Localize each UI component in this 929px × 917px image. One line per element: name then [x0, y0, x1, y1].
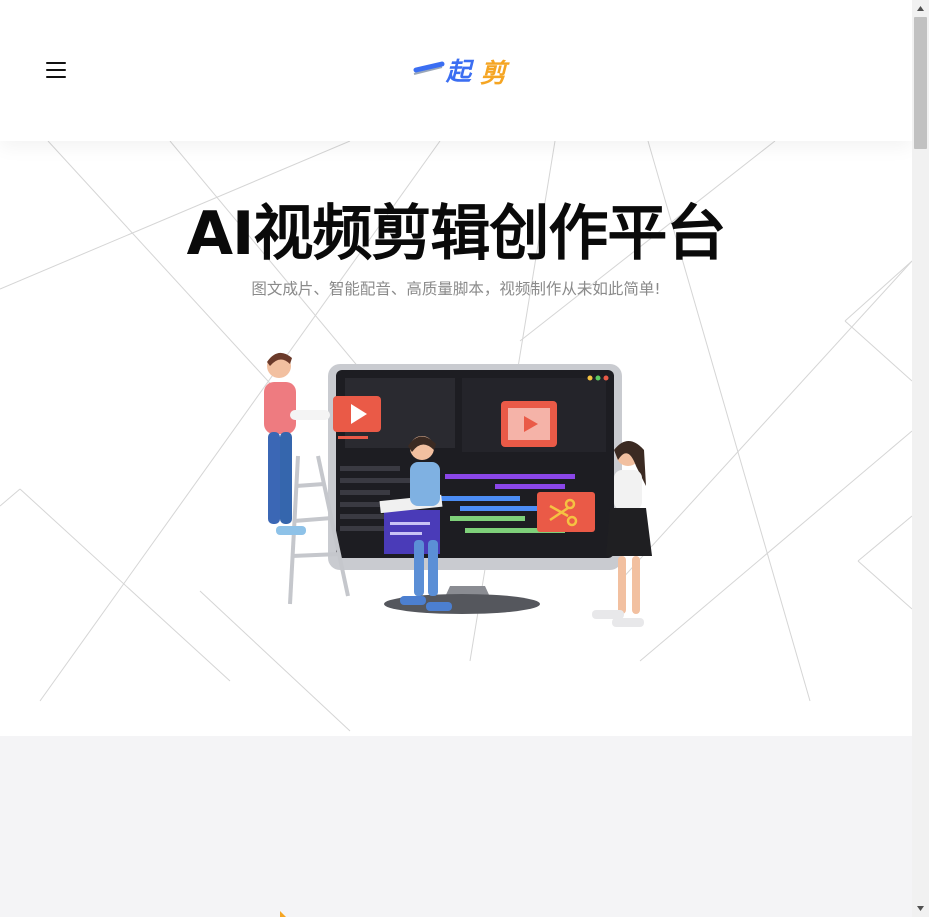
vertical-scrollbar[interactable]: [912, 0, 929, 917]
page: 起 剪 AI视频剪辑创作平台 图文成片、智能配音、高质量脚本，视频制作从未如此简…: [0, 0, 912, 917]
hamburger-menu-icon[interactable]: [44, 61, 68, 79]
header: 起 剪: [0, 0, 912, 141]
scissors-card: [537, 492, 595, 532]
hero-subtitle: 图文成片、智能配音、高质量脚本，视频制作从未如此简单!: [251, 280, 661, 298]
hero-section: AI视频剪辑创作平台 图文成片、智能配音、高质量脚本，视频制作从未如此简单!: [0, 141, 912, 736]
features-section: [0, 736, 912, 917]
video-editing-illustration: [264, 352, 652, 627]
hero-title: AI视频剪辑创作平台: [186, 199, 727, 269]
decorative-accent: [280, 911, 286, 917]
scrollbar-thumb[interactable]: [914, 17, 927, 149]
logo-text-jian: 剪: [480, 59, 510, 88]
scroll-up-arrow-icon[interactable]: [912, 0, 929, 17]
scroll-down-arrow-icon[interactable]: [912, 900, 929, 917]
logo-text-yiqi: 起: [445, 57, 475, 86]
logo[interactable]: 起 剪: [412, 52, 518, 88]
